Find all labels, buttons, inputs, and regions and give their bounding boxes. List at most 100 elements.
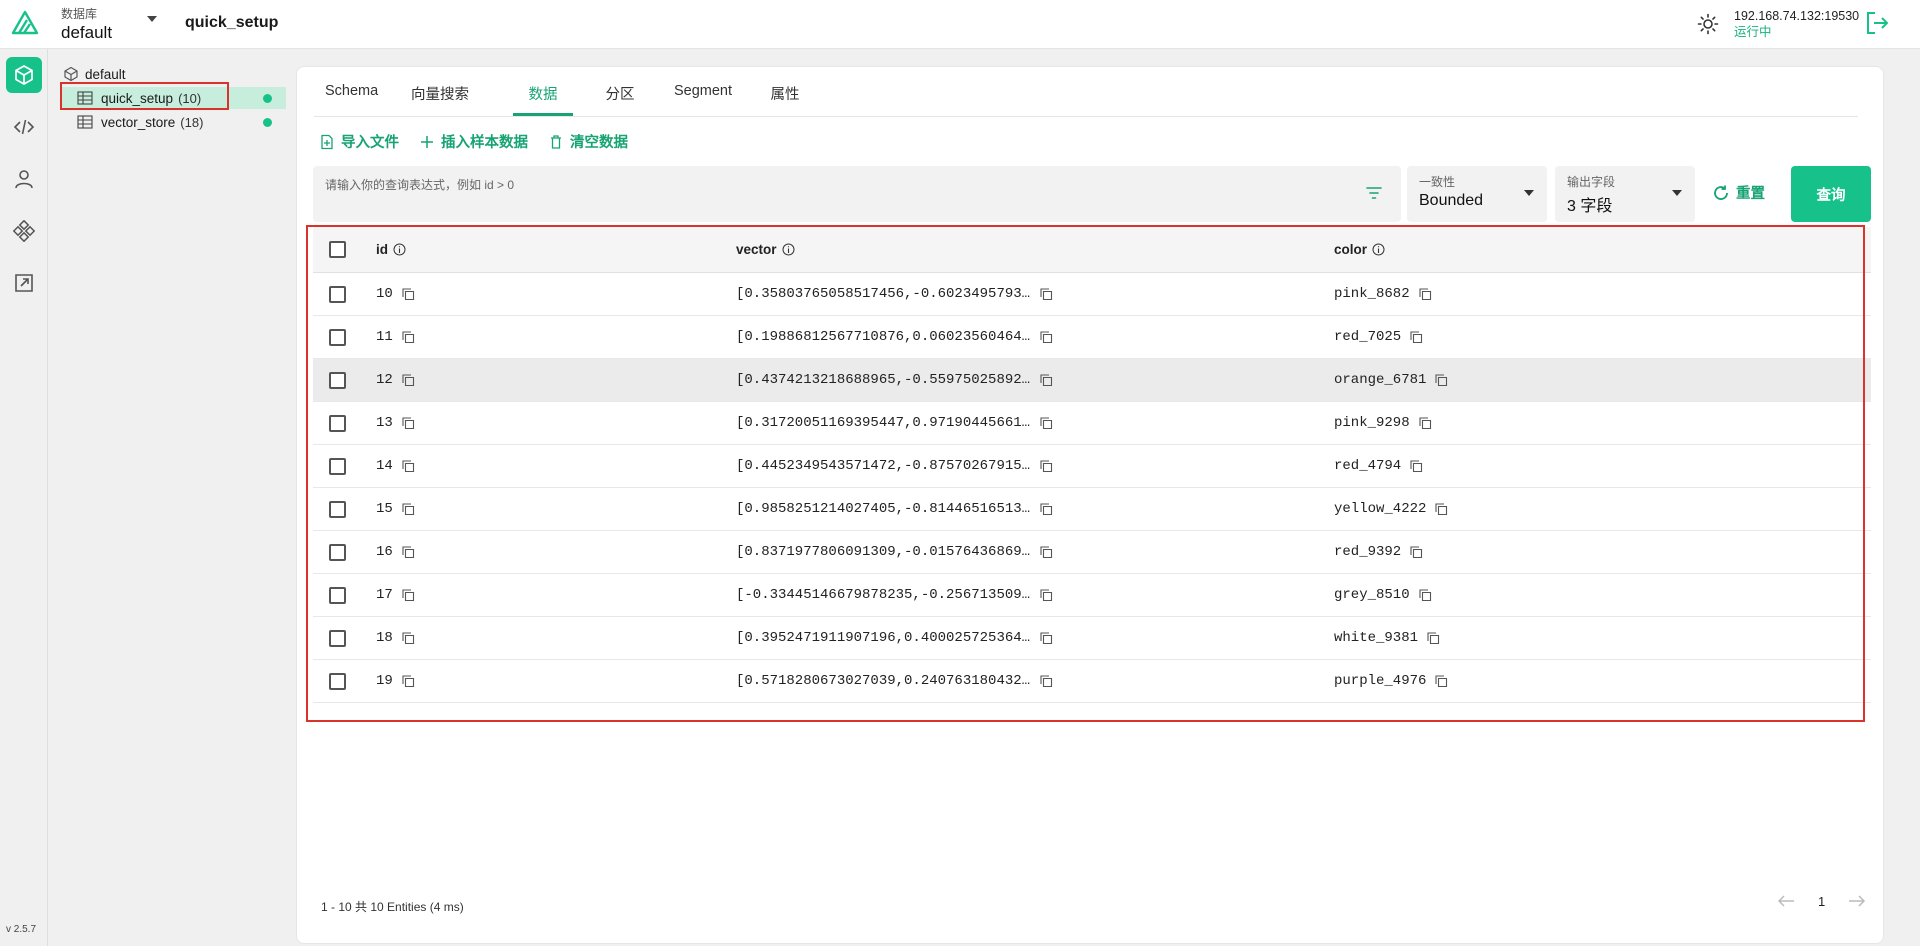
table-row[interactable]: 13 [0.31720051169395447,0.97190445661... p… xyxy=(313,402,1871,445)
cell-id: 15 xyxy=(376,501,415,517)
tree-item-vector-store[interactable]: vector_store (18) xyxy=(61,111,286,133)
table-row[interactable]: 14 [0.4452349543571472,-0.87570267915... r… xyxy=(313,445,1871,488)
row-checkbox[interactable] xyxy=(329,371,346,389)
copy-icon[interactable] xyxy=(1434,373,1448,387)
cell-vector: [0.4452349543571472,-0.87570267915... xyxy=(736,458,1053,474)
copy-icon[interactable] xyxy=(401,674,415,688)
column-header-vector[interactable]: vector xyxy=(736,242,795,257)
row-checkbox[interactable] xyxy=(329,500,346,518)
copy-icon[interactable] xyxy=(1409,459,1423,473)
database-node-icon xyxy=(64,66,78,82)
row-checkbox[interactable] xyxy=(329,328,346,346)
row-checkbox[interactable] xyxy=(329,672,346,690)
copy-icon[interactable] xyxy=(401,373,415,387)
playground-icon[interactable] xyxy=(6,265,42,301)
copy-icon[interactable] xyxy=(1039,330,1053,344)
reset-button[interactable]: 重置 xyxy=(1712,182,1765,203)
filter-icon[interactable] xyxy=(1365,184,1383,202)
info-icon[interactable] xyxy=(1372,243,1385,256)
tab-data[interactable]: 数据 xyxy=(513,83,573,116)
cell-color: yellow_4222 xyxy=(1334,501,1448,517)
tree-item-name: vector_store xyxy=(101,114,176,130)
select-all-checkbox[interactable] xyxy=(329,241,346,258)
column-header-label: vector xyxy=(736,242,777,257)
row-checkbox[interactable] xyxy=(329,414,346,432)
copy-icon[interactable] xyxy=(1434,674,1448,688)
column-header-id[interactable]: id xyxy=(376,242,406,257)
tab-partitions[interactable]: 分区 xyxy=(604,83,636,116)
insert-sample-button[interactable]: 插入样本数据 xyxy=(419,131,528,152)
cell-vector: [0.35803765058517456,-0.6023495793... xyxy=(736,286,1053,302)
copy-icon[interactable] xyxy=(1434,502,1448,516)
copy-icon[interactable] xyxy=(1039,373,1053,387)
output-fields-select[interactable]: 输出字段 3 字段 xyxy=(1555,166,1695,222)
cell-value: [0.3952471911907196,0.400025725364... xyxy=(736,630,1031,646)
table-row[interactable]: 11 [0.19886812567710876,0.06023560464... r… xyxy=(313,316,1871,359)
copy-icon[interactable] xyxy=(1039,545,1053,559)
current-page[interactable]: 1 xyxy=(1818,894,1825,909)
tree-root-database[interactable]: default xyxy=(63,66,126,82)
milvus-logo-icon[interactable] xyxy=(11,10,39,36)
code-icon[interactable] xyxy=(6,109,42,145)
table-row[interactable]: 12 [0.4374213218688965,-0.55975025892... o… xyxy=(313,359,1871,402)
copy-icon[interactable] xyxy=(1039,588,1053,602)
tab-schema[interactable]: Schema xyxy=(325,83,378,116)
cell-value: orange_6781 xyxy=(1334,372,1427,388)
database-selector[interactable]: 数据库 default xyxy=(61,5,157,43)
column-header-color[interactable]: color xyxy=(1334,242,1385,257)
table-icon xyxy=(77,115,93,129)
table-row[interactable]: 15 [0.9858251214027405,-0.81446516513... y… xyxy=(313,488,1871,531)
copy-icon[interactable] xyxy=(1039,416,1053,430)
clear-data-button[interactable]: 清空数据 xyxy=(548,131,628,152)
logout-icon[interactable] xyxy=(1864,10,1890,36)
arrow-right-icon[interactable] xyxy=(1847,893,1867,909)
copy-icon[interactable] xyxy=(1418,588,1432,602)
consistency-select[interactable]: 一致性 Bounded xyxy=(1407,166,1547,222)
import-file-button[interactable]: 导入文件 xyxy=(319,131,399,152)
copy-icon[interactable] xyxy=(1409,330,1423,344)
copy-icon[interactable] xyxy=(401,588,415,602)
database-icon[interactable] xyxy=(6,57,42,93)
tab-vector-search[interactable]: 向量搜索 xyxy=(409,83,471,116)
copy-icon[interactable] xyxy=(1409,545,1423,559)
cell-id: 12 xyxy=(376,372,415,388)
table-row[interactable]: 16 [0.8371977806091309,-0.01576436869... r… xyxy=(313,531,1871,574)
copy-icon[interactable] xyxy=(401,287,415,301)
cell-value: grey_8510 xyxy=(1334,587,1410,603)
row-checkbox[interactable] xyxy=(329,457,346,475)
row-checkbox[interactable] xyxy=(329,586,346,604)
tree-item-quick-setup[interactable]: quick_setup (10) xyxy=(61,87,286,109)
copy-icon[interactable] xyxy=(401,416,415,430)
system-icon[interactable] xyxy=(6,213,42,249)
tab-segment[interactable]: Segment xyxy=(670,83,736,116)
info-icon[interactable] xyxy=(782,243,795,256)
copy-icon[interactable] xyxy=(401,545,415,559)
copy-icon[interactable] xyxy=(1039,674,1053,688)
cell-id: 11 xyxy=(376,329,415,345)
query-button[interactable]: 查询 xyxy=(1791,166,1871,222)
copy-icon[interactable] xyxy=(1039,631,1053,645)
copy-icon[interactable] xyxy=(1426,631,1440,645)
copy-icon[interactable] xyxy=(1039,459,1053,473)
table-row[interactable]: 10 [0.35803765058517456,-0.6023495793... p… xyxy=(313,273,1871,316)
tab-properties[interactable]: 属性 xyxy=(769,83,801,116)
row-checkbox[interactable] xyxy=(329,285,346,303)
copy-icon[interactable] xyxy=(1039,502,1053,516)
query-expression-input[interactable]: 请输入你的查询表达式，例如 id > 0 xyxy=(313,166,1401,222)
copy-icon[interactable] xyxy=(401,330,415,344)
table-row[interactable]: 18 [0.3952471911907196,0.400025725364... w… xyxy=(313,617,1871,660)
copy-icon[interactable] xyxy=(1418,287,1432,301)
row-checkbox[interactable] xyxy=(329,543,346,561)
copy-icon[interactable] xyxy=(401,631,415,645)
arrow-left-icon[interactable] xyxy=(1776,893,1796,909)
table-row[interactable]: 17 [-0.33445146679878235,-0.256713509... g… xyxy=(313,574,1871,617)
info-icon[interactable] xyxy=(393,243,406,256)
sun-icon[interactable] xyxy=(1697,13,1719,35)
copy-icon[interactable] xyxy=(1039,287,1053,301)
copy-icon[interactable] xyxy=(401,459,415,473)
table-row[interactable]: 19 [0.5718280673027039,0.240763180432... p… xyxy=(313,660,1871,703)
row-checkbox[interactable] xyxy=(329,629,346,647)
user-icon[interactable] xyxy=(6,161,42,197)
copy-icon[interactable] xyxy=(401,502,415,516)
copy-icon[interactable] xyxy=(1418,416,1432,430)
